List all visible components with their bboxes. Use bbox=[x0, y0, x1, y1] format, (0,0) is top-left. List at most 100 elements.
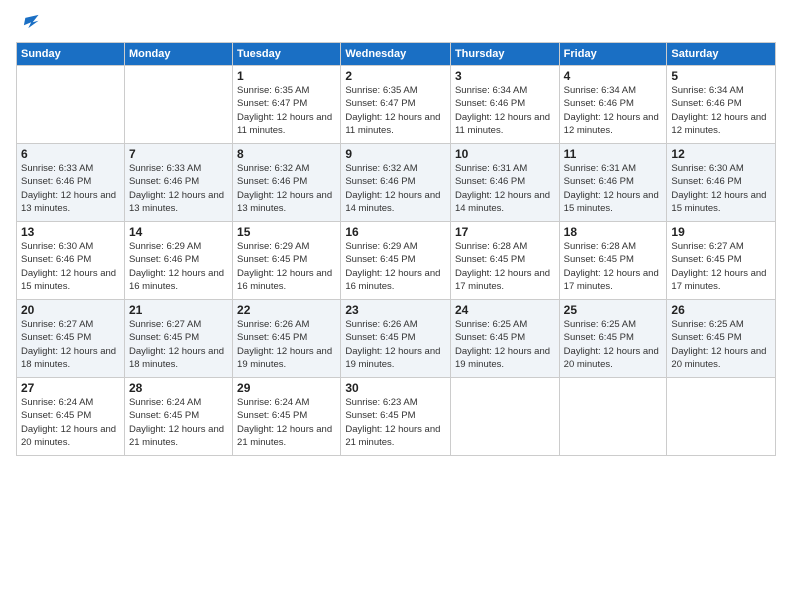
day-number: 23 bbox=[345, 303, 446, 317]
week-row-4: 20Sunrise: 6:27 AM Sunset: 6:45 PM Dayli… bbox=[17, 300, 776, 378]
day-info: Sunrise: 6:24 AM Sunset: 6:45 PM Dayligh… bbox=[21, 396, 120, 449]
day-info: Sunrise: 6:29 AM Sunset: 6:45 PM Dayligh… bbox=[237, 240, 336, 293]
day-number: 20 bbox=[21, 303, 120, 317]
calendar-cell: 28Sunrise: 6:24 AM Sunset: 6:45 PM Dayli… bbox=[124, 378, 232, 456]
weekday-header-thursday: Thursday bbox=[450, 43, 559, 66]
calendar-cell: 7Sunrise: 6:33 AM Sunset: 6:46 PM Daylig… bbox=[124, 144, 232, 222]
day-info: Sunrise: 6:31 AM Sunset: 6:46 PM Dayligh… bbox=[564, 162, 663, 215]
weekday-header-sunday: Sunday bbox=[17, 43, 125, 66]
weekday-header-tuesday: Tuesday bbox=[233, 43, 341, 66]
calendar-cell: 19Sunrise: 6:27 AM Sunset: 6:45 PM Dayli… bbox=[667, 222, 776, 300]
weekday-header-monday: Monday bbox=[124, 43, 232, 66]
weekday-header-saturday: Saturday bbox=[667, 43, 776, 66]
day-number: 27 bbox=[21, 381, 120, 395]
calendar-cell: 9Sunrise: 6:32 AM Sunset: 6:46 PM Daylig… bbox=[341, 144, 451, 222]
day-info: Sunrise: 6:34 AM Sunset: 6:46 PM Dayligh… bbox=[455, 84, 555, 137]
day-info: Sunrise: 6:30 AM Sunset: 6:46 PM Dayligh… bbox=[21, 240, 120, 293]
calendar-cell: 2Sunrise: 6:35 AM Sunset: 6:47 PM Daylig… bbox=[341, 66, 451, 144]
calendar-cell bbox=[450, 378, 559, 456]
day-info: Sunrise: 6:33 AM Sunset: 6:46 PM Dayligh… bbox=[21, 162, 120, 215]
calendar-cell: 29Sunrise: 6:24 AM Sunset: 6:45 PM Dayli… bbox=[233, 378, 341, 456]
weekday-header-friday: Friday bbox=[559, 43, 667, 66]
day-info: Sunrise: 6:25 AM Sunset: 6:45 PM Dayligh… bbox=[455, 318, 555, 371]
day-info: Sunrise: 6:26 AM Sunset: 6:45 PM Dayligh… bbox=[345, 318, 446, 371]
calendar-cell bbox=[124, 66, 232, 144]
day-number: 5 bbox=[671, 69, 771, 83]
day-info: Sunrise: 6:32 AM Sunset: 6:46 PM Dayligh… bbox=[237, 162, 336, 215]
day-number: 14 bbox=[129, 225, 228, 239]
day-info: Sunrise: 6:27 AM Sunset: 6:45 PM Dayligh… bbox=[129, 318, 228, 371]
calendar-cell: 30Sunrise: 6:23 AM Sunset: 6:45 PM Dayli… bbox=[341, 378, 451, 456]
weekday-header-wednesday: Wednesday bbox=[341, 43, 451, 66]
day-number: 22 bbox=[237, 303, 336, 317]
calendar-cell: 26Sunrise: 6:25 AM Sunset: 6:45 PM Dayli… bbox=[667, 300, 776, 378]
day-info: Sunrise: 6:29 AM Sunset: 6:45 PM Dayligh… bbox=[345, 240, 446, 293]
day-info: Sunrise: 6:27 AM Sunset: 6:45 PM Dayligh… bbox=[21, 318, 120, 371]
logo-bird-icon bbox=[18, 12, 40, 34]
day-info: Sunrise: 6:24 AM Sunset: 6:45 PM Dayligh… bbox=[129, 396, 228, 449]
day-number: 12 bbox=[671, 147, 771, 161]
day-info: Sunrise: 6:24 AM Sunset: 6:45 PM Dayligh… bbox=[237, 396, 336, 449]
day-info: Sunrise: 6:27 AM Sunset: 6:45 PM Dayligh… bbox=[671, 240, 771, 293]
day-number: 9 bbox=[345, 147, 446, 161]
day-info: Sunrise: 6:34 AM Sunset: 6:46 PM Dayligh… bbox=[671, 84, 771, 137]
week-row-5: 27Sunrise: 6:24 AM Sunset: 6:45 PM Dayli… bbox=[17, 378, 776, 456]
calendar-cell: 14Sunrise: 6:29 AM Sunset: 6:46 PM Dayli… bbox=[124, 222, 232, 300]
calendar-cell: 21Sunrise: 6:27 AM Sunset: 6:45 PM Dayli… bbox=[124, 300, 232, 378]
calendar: SundayMondayTuesdayWednesdayThursdayFrid… bbox=[16, 42, 776, 456]
day-number: 17 bbox=[455, 225, 555, 239]
calendar-cell: 10Sunrise: 6:31 AM Sunset: 6:46 PM Dayli… bbox=[450, 144, 559, 222]
calendar-cell: 27Sunrise: 6:24 AM Sunset: 6:45 PM Dayli… bbox=[17, 378, 125, 456]
day-number: 1 bbox=[237, 69, 336, 83]
week-row-3: 13Sunrise: 6:30 AM Sunset: 6:46 PM Dayli… bbox=[17, 222, 776, 300]
day-info: Sunrise: 6:28 AM Sunset: 6:45 PM Dayligh… bbox=[455, 240, 555, 293]
calendar-cell: 11Sunrise: 6:31 AM Sunset: 6:46 PM Dayli… bbox=[559, 144, 667, 222]
calendar-cell: 3Sunrise: 6:34 AM Sunset: 6:46 PM Daylig… bbox=[450, 66, 559, 144]
day-info: Sunrise: 6:35 AM Sunset: 6:47 PM Dayligh… bbox=[237, 84, 336, 137]
calendar-cell: 5Sunrise: 6:34 AM Sunset: 6:46 PM Daylig… bbox=[667, 66, 776, 144]
day-number: 13 bbox=[21, 225, 120, 239]
day-number: 19 bbox=[671, 225, 771, 239]
day-number: 18 bbox=[564, 225, 663, 239]
calendar-cell: 25Sunrise: 6:25 AM Sunset: 6:45 PM Dayli… bbox=[559, 300, 667, 378]
day-info: Sunrise: 6:34 AM Sunset: 6:46 PM Dayligh… bbox=[564, 84, 663, 137]
day-number: 24 bbox=[455, 303, 555, 317]
day-info: Sunrise: 6:25 AM Sunset: 6:45 PM Dayligh… bbox=[564, 318, 663, 371]
day-number: 29 bbox=[237, 381, 336, 395]
day-info: Sunrise: 6:26 AM Sunset: 6:45 PM Dayligh… bbox=[237, 318, 336, 371]
calendar-cell: 16Sunrise: 6:29 AM Sunset: 6:45 PM Dayli… bbox=[341, 222, 451, 300]
day-info: Sunrise: 6:28 AM Sunset: 6:45 PM Dayligh… bbox=[564, 240, 663, 293]
day-info: Sunrise: 6:29 AM Sunset: 6:46 PM Dayligh… bbox=[129, 240, 228, 293]
day-number: 4 bbox=[564, 69, 663, 83]
day-number: 3 bbox=[455, 69, 555, 83]
day-number: 8 bbox=[237, 147, 336, 161]
calendar-cell: 8Sunrise: 6:32 AM Sunset: 6:46 PM Daylig… bbox=[233, 144, 341, 222]
calendar-cell: 20Sunrise: 6:27 AM Sunset: 6:45 PM Dayli… bbox=[17, 300, 125, 378]
calendar-cell: 15Sunrise: 6:29 AM Sunset: 6:45 PM Dayli… bbox=[233, 222, 341, 300]
day-number: 28 bbox=[129, 381, 228, 395]
calendar-cell: 13Sunrise: 6:30 AM Sunset: 6:46 PM Dayli… bbox=[17, 222, 125, 300]
week-row-1: 1Sunrise: 6:35 AM Sunset: 6:47 PM Daylig… bbox=[17, 66, 776, 144]
week-row-2: 6Sunrise: 6:33 AM Sunset: 6:46 PM Daylig… bbox=[17, 144, 776, 222]
calendar-cell bbox=[17, 66, 125, 144]
calendar-cell bbox=[667, 378, 776, 456]
calendar-cell: 1Sunrise: 6:35 AM Sunset: 6:47 PM Daylig… bbox=[233, 66, 341, 144]
day-number: 16 bbox=[345, 225, 446, 239]
calendar-cell: 23Sunrise: 6:26 AM Sunset: 6:45 PM Dayli… bbox=[341, 300, 451, 378]
day-info: Sunrise: 6:35 AM Sunset: 6:47 PM Dayligh… bbox=[345, 84, 446, 137]
day-info: Sunrise: 6:31 AM Sunset: 6:46 PM Dayligh… bbox=[455, 162, 555, 215]
day-number: 10 bbox=[455, 147, 555, 161]
logo bbox=[16, 12, 40, 34]
logo-text bbox=[16, 12, 40, 34]
day-info: Sunrise: 6:32 AM Sunset: 6:46 PM Dayligh… bbox=[345, 162, 446, 215]
day-number: 30 bbox=[345, 381, 446, 395]
day-number: 7 bbox=[129, 147, 228, 161]
day-number: 11 bbox=[564, 147, 663, 161]
calendar-cell: 6Sunrise: 6:33 AM Sunset: 6:46 PM Daylig… bbox=[17, 144, 125, 222]
day-number: 6 bbox=[21, 147, 120, 161]
day-info: Sunrise: 6:25 AM Sunset: 6:45 PM Dayligh… bbox=[671, 318, 771, 371]
header bbox=[16, 12, 776, 34]
calendar-cell bbox=[559, 378, 667, 456]
calendar-cell: 24Sunrise: 6:25 AM Sunset: 6:45 PM Dayli… bbox=[450, 300, 559, 378]
day-number: 26 bbox=[671, 303, 771, 317]
